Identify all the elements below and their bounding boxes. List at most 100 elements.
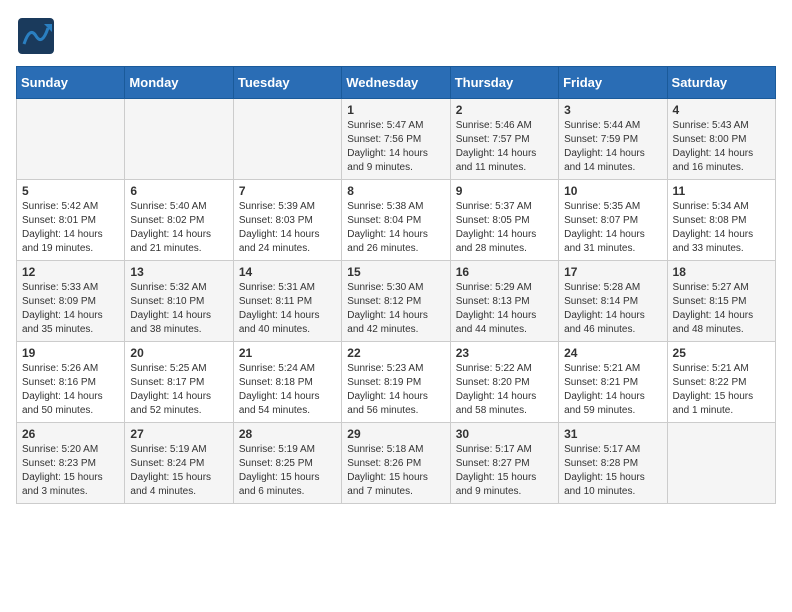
day-number: 11 — [673, 184, 770, 198]
day-number: 4 — [673, 103, 770, 117]
day-number: 6 — [130, 184, 227, 198]
cell-content: Sunrise: 5:20 AM Sunset: 8:23 PM Dayligh… — [22, 443, 119, 499]
calendar-cell: 26 Sunrise: 5:20 AM Sunset: 8:23 PM Dayli… — [17, 423, 125, 504]
day-number: 22 — [347, 346, 444, 360]
day-number: 2 — [456, 103, 553, 117]
logo-icon — [16, 16, 56, 56]
calendar-cell: 23 Sunrise: 5:22 AM Sunset: 8:20 PM Dayli… — [450, 342, 558, 423]
calendar-cell: 3 Sunrise: 5:44 AM Sunset: 7:59 PM Daylig… — [559, 99, 667, 180]
cell-content: Sunrise: 5:22 AM Sunset: 8:20 PM Dayligh… — [456, 362, 553, 418]
calendar-cell: 7Sunrise: 5:39 AM Sunset: 8:03 PM Daylig… — [233, 180, 341, 261]
calendar-cell: 28 Sunrise: 5:19 AM Sunset: 8:25 PM Dayli… — [233, 423, 341, 504]
cell-content: Sunrise: 5:19 AM Sunset: 8:24 PM Dayligh… — [130, 443, 227, 499]
cell-content: Sunrise: 5:35 AM Sunset: 8:07 PM Dayligh… — [564, 200, 661, 256]
day-number: 24 — [564, 346, 661, 360]
calendar-cell: 20 Sunrise: 5:25 AM Sunset: 8:17 PM Dayli… — [125, 342, 233, 423]
cell-content: Sunrise: 5:27 AM Sunset: 8:15 PM Dayligh… — [673, 281, 770, 337]
calendar-cell: 25 Sunrise: 5:21 AM Sunset: 8:22 PM Dayli… — [667, 342, 775, 423]
day-number: 13 — [130, 265, 227, 279]
calendar-cell: 27 Sunrise: 5:19 AM Sunset: 8:24 PM Dayli… — [125, 423, 233, 504]
calendar-cell — [233, 99, 341, 180]
header-sunday: Sunday — [17, 67, 125, 99]
calendar-cell: 15Sunrise: 5:30 AM Sunset: 8:12 PM Dayli… — [342, 261, 450, 342]
day-number: 19 — [22, 346, 119, 360]
calendar-cell: 21 Sunrise: 5:24 AM Sunset: 8:18 PM Dayli… — [233, 342, 341, 423]
cell-content: Sunrise: 5:21 AM Sunset: 8:22 PM Dayligh… — [673, 362, 770, 418]
header-saturday: Saturday — [667, 67, 775, 99]
calendar-cell: 22Sunrise: 5:23 AM Sunset: 8:19 PM Dayli… — [342, 342, 450, 423]
header-wednesday: Wednesday — [342, 67, 450, 99]
cell-content: Sunrise: 5:21 AM Sunset: 8:21 PM Dayligh… — [564, 362, 661, 418]
calendar-cell — [667, 423, 775, 504]
calendar-cell — [17, 99, 125, 180]
calendar-cell: 10 Sunrise: 5:35 AM Sunset: 8:07 PM Dayli… — [559, 180, 667, 261]
cell-content: Sunrise: 5:37 AM Sunset: 8:05 PM Dayligh… — [456, 200, 553, 256]
page-header — [16, 16, 776, 56]
header-monday: Monday — [125, 67, 233, 99]
calendar-table: SundayMondayTuesdayWednesdayThursdayFrid… — [16, 66, 776, 504]
calendar-week-row: 26 Sunrise: 5:20 AM Sunset: 8:23 PM Dayli… — [17, 423, 776, 504]
day-number: 31 — [564, 427, 661, 441]
logo — [16, 16, 60, 56]
day-number: 1 — [347, 103, 444, 117]
calendar-cell — [125, 99, 233, 180]
cell-content: Sunrise: 5:34 AM Sunset: 8:08 PM Dayligh… — [673, 200, 770, 256]
calendar-cell: 13Sunrise: 5:32 AM Sunset: 8:10 PM Dayli… — [125, 261, 233, 342]
cell-content: Sunrise: 5:30 AM Sunset: 8:12 PM Dayligh… — [347, 281, 444, 337]
cell-content: Sunrise: 5:29 AM Sunset: 8:13 PM Dayligh… — [456, 281, 553, 337]
calendar-cell: 17 Sunrise: 5:28 AM Sunset: 8:14 PM Dayli… — [559, 261, 667, 342]
cell-content: Sunrise: 5:19 AM Sunset: 8:25 PM Dayligh… — [239, 443, 336, 499]
calendar-cell: 30Sunrise: 5:17 AM Sunset: 8:27 PM Dayli… — [450, 423, 558, 504]
day-number: 5 — [22, 184, 119, 198]
day-number: 9 — [456, 184, 553, 198]
day-number: 29 — [347, 427, 444, 441]
calendar-week-row: 5 Sunrise: 5:42 AM Sunset: 8:01 PM Daylig… — [17, 180, 776, 261]
cell-content: Sunrise: 5:18 AM Sunset: 8:26 PM Dayligh… — [347, 443, 444, 499]
day-number: 12 — [22, 265, 119, 279]
calendar-cell: 24 Sunrise: 5:21 AM Sunset: 8:21 PM Dayli… — [559, 342, 667, 423]
day-number: 30 — [456, 427, 553, 441]
day-number: 21 — [239, 346, 336, 360]
cell-content: Sunrise: 5:25 AM Sunset: 8:17 PM Dayligh… — [130, 362, 227, 418]
cell-content: Sunrise: 5:33 AM Sunset: 8:09 PM Dayligh… — [22, 281, 119, 337]
calendar-cell: 5 Sunrise: 5:42 AM Sunset: 8:01 PM Daylig… — [17, 180, 125, 261]
cell-content: Sunrise: 5:26 AM Sunset: 8:16 PM Dayligh… — [22, 362, 119, 418]
calendar-week-row: 1Sunrise: 5:47 AM Sunset: 7:56 PM Daylig… — [17, 99, 776, 180]
cell-content: Sunrise: 5:44 AM Sunset: 7:59 PM Dayligh… — [564, 119, 661, 175]
day-number: 25 — [673, 346, 770, 360]
calendar-cell: 16 Sunrise: 5:29 AM Sunset: 8:13 PM Dayli… — [450, 261, 558, 342]
calendar-cell: 1Sunrise: 5:47 AM Sunset: 7:56 PM Daylig… — [342, 99, 450, 180]
day-number: 18 — [673, 265, 770, 279]
calendar-header-row: SundayMondayTuesdayWednesdayThursdayFrid… — [17, 67, 776, 99]
calendar-cell: 8Sunrise: 5:38 AM Sunset: 8:04 PM Daylig… — [342, 180, 450, 261]
calendar-cell: 11 Sunrise: 5:34 AM Sunset: 8:08 PM Dayli… — [667, 180, 775, 261]
cell-content: Sunrise: 5:43 AM Sunset: 8:00 PM Dayligh… — [673, 119, 770, 175]
calendar-cell: 18 Sunrise: 5:27 AM Sunset: 8:15 PM Dayli… — [667, 261, 775, 342]
day-number: 8 — [347, 184, 444, 198]
day-number: 3 — [564, 103, 661, 117]
day-number: 20 — [130, 346, 227, 360]
day-number: 26 — [22, 427, 119, 441]
calendar-cell: 31 Sunrise: 5:17 AM Sunset: 8:28 PM Dayli… — [559, 423, 667, 504]
calendar-cell: 2Sunrise: 5:46 AM Sunset: 7:57 PM Daylig… — [450, 99, 558, 180]
day-number: 23 — [456, 346, 553, 360]
cell-content: Sunrise: 5:40 AM Sunset: 8:02 PM Dayligh… — [130, 200, 227, 256]
day-number: 28 — [239, 427, 336, 441]
calendar-cell: 9 Sunrise: 5:37 AM Sunset: 8:05 PM Daylig… — [450, 180, 558, 261]
cell-content: Sunrise: 5:31 AM Sunset: 8:11 PM Dayligh… — [239, 281, 336, 337]
calendar-cell: 14Sunrise: 5:31 AM Sunset: 8:11 PM Dayli… — [233, 261, 341, 342]
header-friday: Friday — [559, 67, 667, 99]
cell-content: Sunrise: 5:42 AM Sunset: 8:01 PM Dayligh… — [22, 200, 119, 256]
day-number: 10 — [564, 184, 661, 198]
calendar-week-row: 19 Sunrise: 5:26 AM Sunset: 8:16 PM Dayli… — [17, 342, 776, 423]
header-thursday: Thursday — [450, 67, 558, 99]
day-number: 17 — [564, 265, 661, 279]
day-number: 27 — [130, 427, 227, 441]
day-number: 16 — [456, 265, 553, 279]
cell-content: Sunrise: 5:17 AM Sunset: 8:28 PM Dayligh… — [564, 443, 661, 499]
cell-content: Sunrise: 5:28 AM Sunset: 8:14 PM Dayligh… — [564, 281, 661, 337]
calendar-week-row: 12 Sunrise: 5:33 AM Sunset: 8:09 PM Dayli… — [17, 261, 776, 342]
cell-content: Sunrise: 5:39 AM Sunset: 8:03 PM Dayligh… — [239, 200, 336, 256]
cell-content: Sunrise: 5:24 AM Sunset: 8:18 PM Dayligh… — [239, 362, 336, 418]
header-tuesday: Tuesday — [233, 67, 341, 99]
